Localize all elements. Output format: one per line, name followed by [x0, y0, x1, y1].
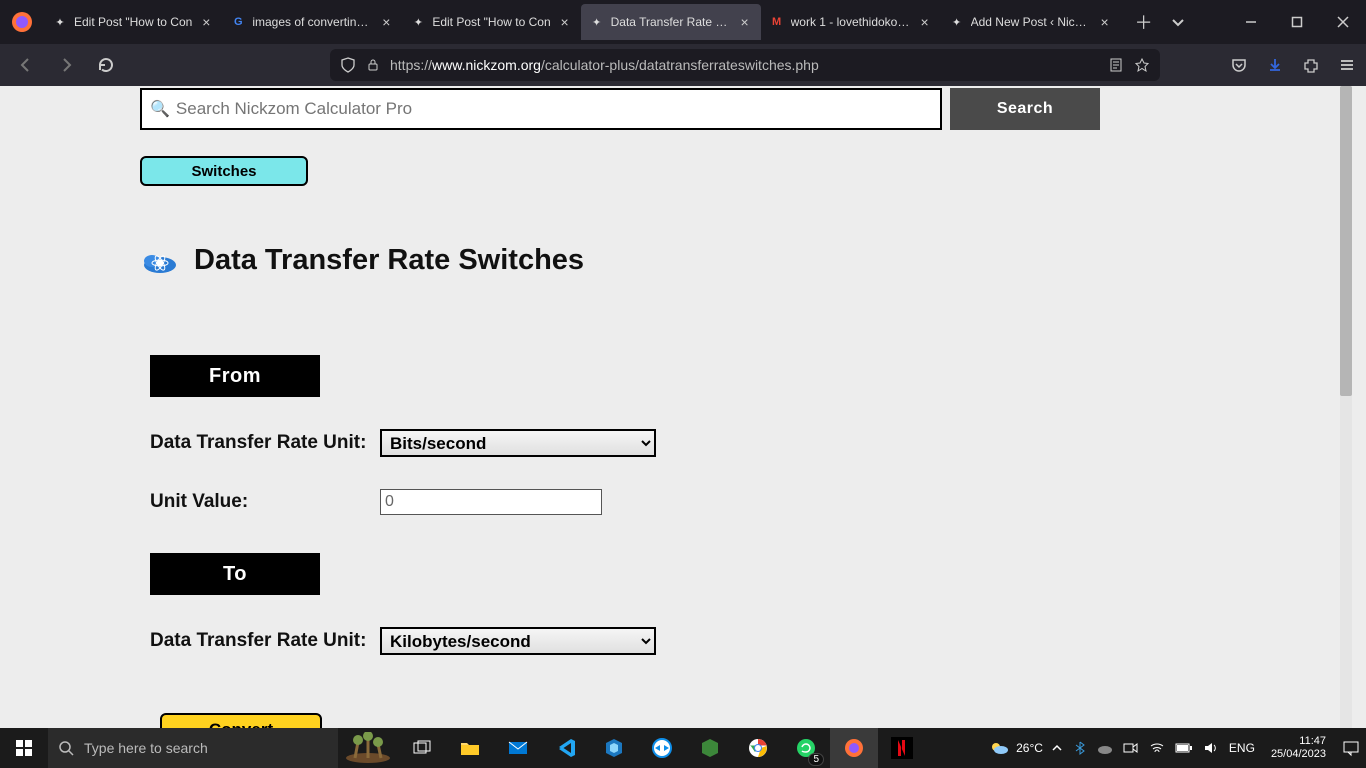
- shield-icon: [340, 57, 356, 73]
- extensions-icon[interactable]: [1302, 56, 1320, 74]
- close-icon[interactable]: ×: [1097, 14, 1113, 30]
- wifi-icon[interactable]: [1149, 740, 1165, 756]
- forward-button[interactable]: [50, 49, 82, 81]
- to-label: To: [150, 553, 320, 595]
- clock-time: 11:47: [1271, 735, 1326, 748]
- close-icon[interactable]: ×: [737, 14, 753, 30]
- back-button[interactable]: [10, 49, 42, 81]
- firefox-logo: [0, 0, 44, 44]
- favicon-google-icon: G: [230, 14, 246, 30]
- whatsapp-icon[interactable]: 5: [782, 728, 830, 768]
- site-search-box[interactable]: 🔍: [140, 88, 942, 130]
- search-icon: [58, 740, 74, 756]
- scrollbar-thumb[interactable]: [1340, 86, 1352, 396]
- from-unit-label: Data Transfer Rate Unit:: [140, 432, 380, 454]
- meet-now-icon[interactable]: [1123, 740, 1139, 756]
- webpack-icon[interactable]: [590, 728, 638, 768]
- onedrive-icon[interactable]: [1097, 740, 1113, 756]
- tab-2[interactable]: ✦ Edit Post "How to Con ×: [402, 4, 580, 40]
- chrome-icon[interactable]: [734, 728, 782, 768]
- window-close-button[interactable]: [1320, 0, 1366, 44]
- tab-0[interactable]: ✦ Edit Post "How to Con ×: [44, 4, 222, 40]
- bluetooth-icon[interactable]: [1073, 741, 1087, 755]
- tab-3[interactable]: ✦ Data Transfer Rate Con ×: [581, 4, 761, 40]
- reload-button[interactable]: [90, 49, 122, 81]
- node-icon[interactable]: [686, 728, 734, 768]
- teamviewer-icon[interactable]: [638, 728, 686, 768]
- weather-widget[interactable]: 26°C: [988, 737, 1043, 759]
- favicon-nickzom-icon: ✦: [52, 14, 68, 30]
- url-bar[interactable]: https://www.nickzom.org/calculator-plus/…: [330, 49, 1160, 81]
- lock-icon: [366, 58, 380, 72]
- battery-icon[interactable]: [1175, 742, 1193, 754]
- tab-label: Edit Post "How to Con: [432, 15, 550, 29]
- start-button[interactable]: [0, 728, 48, 768]
- clock[interactable]: 11:47 25/04/2023: [1263, 735, 1334, 761]
- downloads-icon[interactable]: [1266, 56, 1284, 74]
- page-title: Data Transfer Rate Switches: [194, 244, 584, 277]
- from-unit-select[interactable]: Bits/second: [380, 429, 656, 457]
- favicon-nickzom-icon: ✦: [589, 14, 605, 30]
- to-unit-select[interactable]: Kilobytes/second: [380, 627, 656, 655]
- pocket-icon[interactable]: [1230, 56, 1248, 74]
- close-icon[interactable]: ×: [557, 14, 573, 30]
- close-icon[interactable]: ×: [378, 14, 394, 30]
- tab-label: work 1 - lovethidoko16: [791, 15, 911, 29]
- site-search-input[interactable]: [176, 99, 932, 119]
- tab-1[interactable]: G images of converting b ×: [222, 4, 402, 40]
- whatsapp-badge: 5: [808, 753, 824, 766]
- close-icon[interactable]: ×: [917, 14, 933, 30]
- tab-strip: ✦ Edit Post "How to Con × G images of co…: [44, 0, 1121, 44]
- vscode-icon[interactable]: [542, 728, 590, 768]
- switches-button[interactable]: Switches: [140, 156, 308, 186]
- reader-mode-icon[interactable]: [1108, 57, 1124, 73]
- new-tab-button[interactable]: ＋: [1135, 9, 1153, 35]
- tab-5[interactable]: ✦ Add New Post ‹ Nickzo ×: [941, 4, 1121, 40]
- mail-icon[interactable]: [494, 728, 542, 768]
- taskbar-search[interactable]: Type here to search: [48, 728, 338, 768]
- tab-label: images of converting b: [252, 15, 372, 29]
- tab-4[interactable]: M work 1 - lovethidoko16 ×: [761, 4, 941, 40]
- favicon-nickzom-icon: ✦: [410, 14, 426, 30]
- unit-value-input[interactable]: [380, 489, 602, 515]
- clock-date: 25/04/2023: [1271, 748, 1326, 761]
- task-view-button[interactable]: [398, 728, 446, 768]
- weather-temp: 26°C: [1016, 741, 1043, 755]
- bookmark-star-icon[interactable]: [1134, 57, 1150, 73]
- taskbar-search-placeholder: Type here to search: [84, 740, 208, 756]
- search-icon: 🔍: [150, 99, 170, 119]
- app-menu-icon[interactable]: [1338, 56, 1356, 74]
- netflix-icon[interactable]: [878, 728, 926, 768]
- volume-icon[interactable]: [1203, 740, 1219, 756]
- language-indicator[interactable]: ENG: [1229, 741, 1255, 755]
- tray-chevron-icon[interactable]: [1051, 742, 1063, 754]
- unit-value-label: Unit Value:: [140, 491, 380, 513]
- close-icon[interactable]: ×: [198, 14, 214, 30]
- cloud-atom-icon: [140, 247, 180, 275]
- notifications-icon[interactable]: [1342, 739, 1360, 757]
- site-search-button[interactable]: Search: [950, 88, 1100, 130]
- all-tabs-button[interactable]: [1171, 15, 1185, 29]
- url-text: https://www.nickzom.org/calculator-plus/…: [390, 57, 1098, 73]
- favicon-gmail-icon: M: [769, 14, 785, 30]
- favicon-nickzom-icon: ✦: [949, 14, 965, 30]
- search-highlight-icon[interactable]: [338, 728, 398, 768]
- convert-button[interactable]: Convert: [160, 713, 322, 728]
- firefox-taskbar-icon[interactable]: [830, 728, 878, 768]
- window-maximize-button[interactable]: [1274, 0, 1320, 44]
- from-label: From: [150, 355, 320, 397]
- file-explorer-icon[interactable]: [446, 728, 494, 768]
- window-minimize-button[interactable]: [1228, 0, 1274, 44]
- tab-label: Edit Post "How to Con: [74, 15, 192, 29]
- to-unit-label: Data Transfer Rate Unit:: [140, 630, 380, 652]
- tab-label: Add New Post ‹ Nickzo: [971, 15, 1091, 29]
- tab-label: Data Transfer Rate Con: [611, 15, 731, 29]
